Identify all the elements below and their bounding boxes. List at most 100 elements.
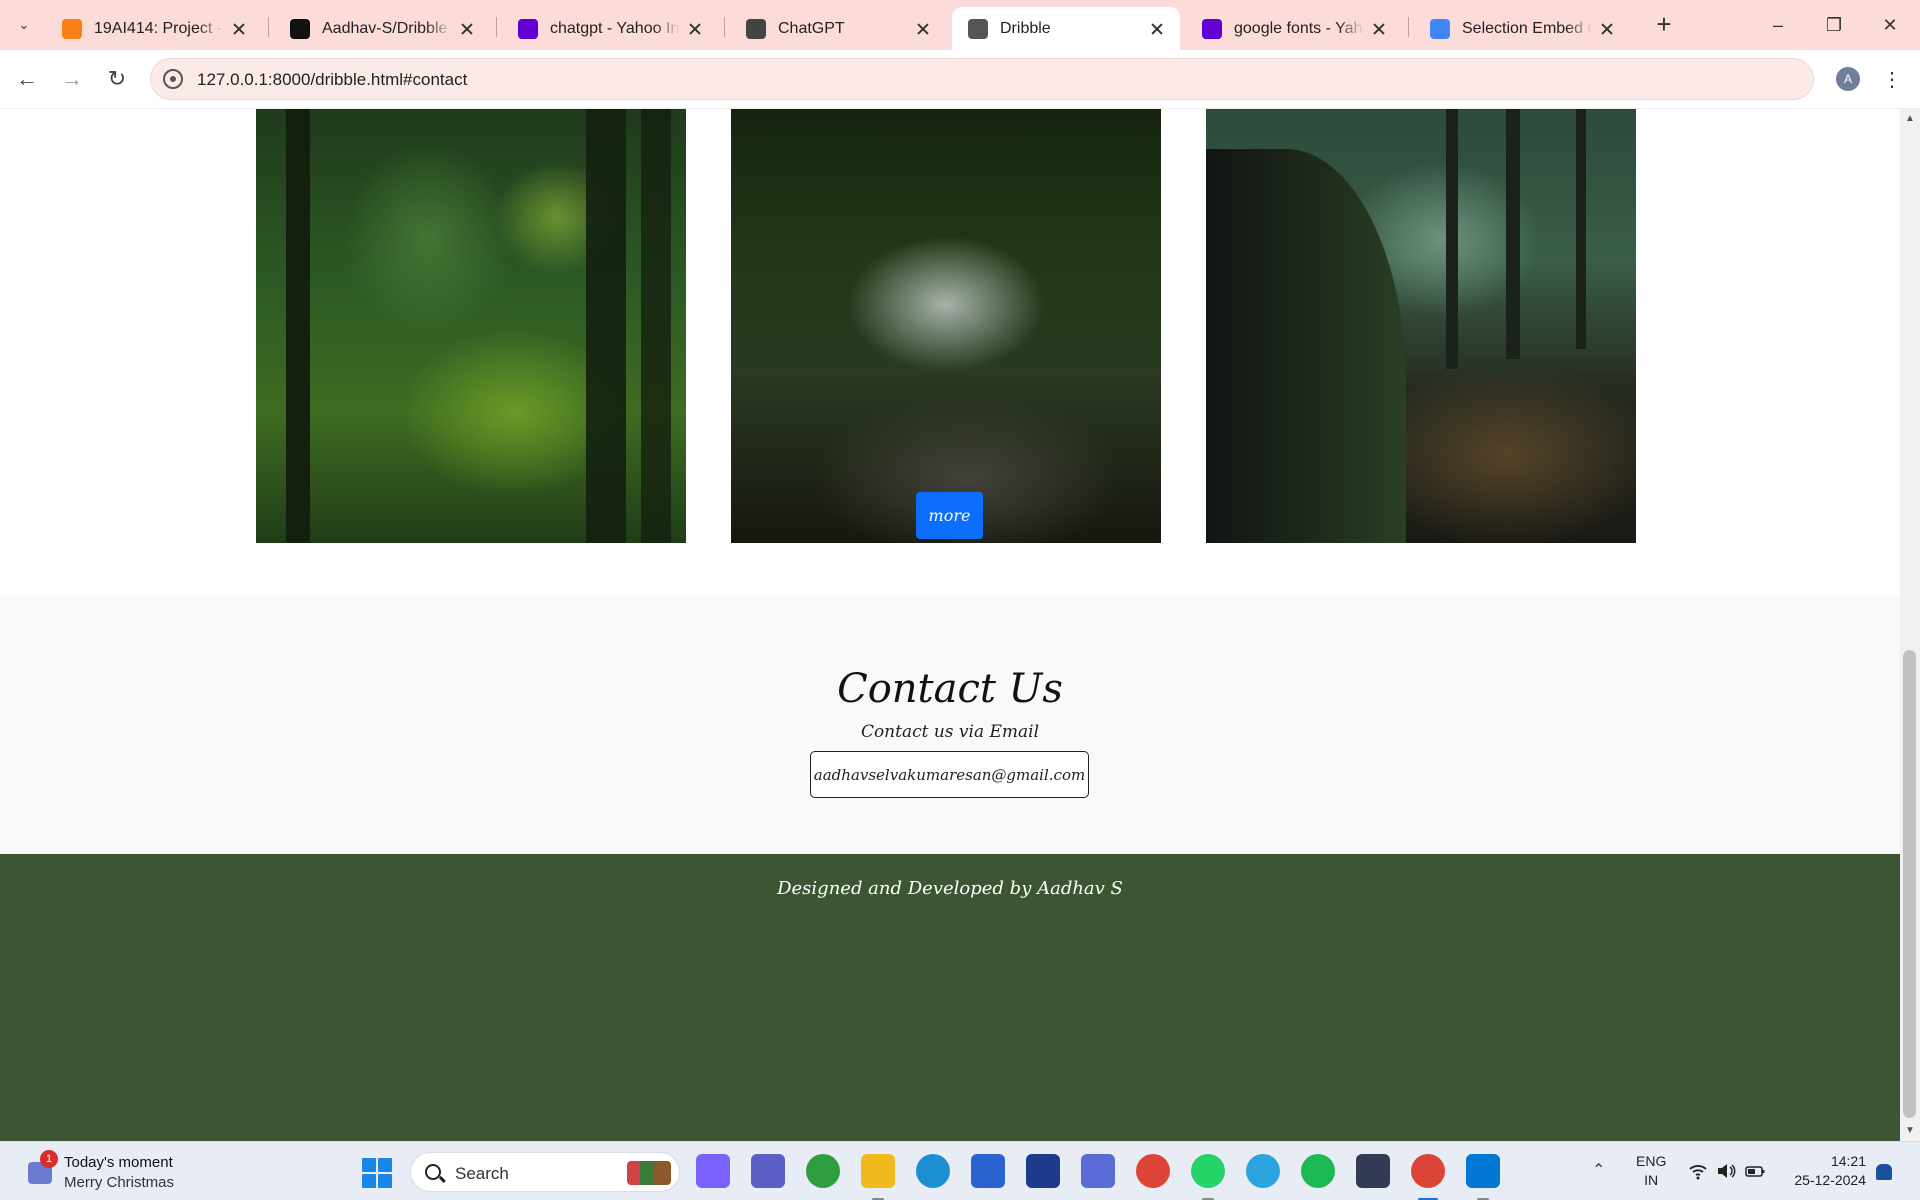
tab-search-button[interactable]: ⌄ [10,12,38,38]
refresh-app-icon[interactable] [806,1154,840,1188]
tab-close-icon[interactable] [1370,20,1388,38]
language-code: ENG [1636,1153,1667,1169]
a-app-icon[interactable] [1081,1154,1115,1188]
show-hidden-icons-button[interactable]: ⌃ [1592,1160,1605,1180]
edge-icon[interactable] [916,1154,950,1188]
restore-icon: ❐ [1825,14,1843,35]
volume-icon[interactable] [1716,1162,1736,1180]
store-icon[interactable] [971,1154,1005,1188]
chevron-down-icon: ⌄ [18,17,30,32]
yahoo-icon [1202,18,1222,39]
search-icon [425,1164,441,1180]
tab-title: Selection Embed Code [1462,19,1592,37]
tab-title: 19AI414: Project - Re [94,19,224,37]
windows-taskbar: 1 Today's moment Merry Christmas Search … [0,1141,1920,1200]
battery-icon[interactable] [1745,1162,1765,1180]
copilot-icon[interactable] [696,1154,730,1188]
footer-credit: Designed and Developed by Aadhav S [777,878,1123,899]
globe-icon [968,18,988,39]
address-bar[interactable]: 127.0.0.1:8000/dribble.html#contact [150,58,1814,100]
new-tab-button[interactable]: + [1650,9,1678,39]
tab-separator [1408,17,1409,37]
arrow-left-icon: ← [16,66,38,91]
profile-initial: A [1843,72,1852,86]
teams-icon[interactable] [751,1154,785,1188]
search-highlight-image [627,1161,671,1185]
minimize-icon: – [1772,14,1783,35]
tab-close-icon[interactable] [1598,20,1616,38]
vscode-icon[interactable] [1466,1154,1500,1188]
start-button[interactable] [362,1158,392,1188]
contact-section: Contact Us Contact us via Email aadhavse… [0,596,1900,854]
region-code: IN [1644,1172,1659,1188]
tab-separator [496,17,497,37]
tab-close-icon[interactable] [914,20,932,38]
reload-icon: ↻ [107,66,127,91]
close-window-button[interactable]: ✕ [1862,4,1918,46]
tab-close-icon[interactable] [686,20,704,38]
chrome-icon[interactable] [1136,1154,1170,1188]
scroll-down-arrow-icon[interactable]: ▼ [1904,1125,1916,1137]
scroll-up-arrow-icon[interactable]: ▲ [1904,113,1916,125]
google-fonts-icon [1430,18,1450,39]
input-language-button[interactable]: ENG IN [1636,1152,1666,1190]
tab-title: Aadhav-S/Dribble [322,19,448,37]
browser-tab[interactable]: ChatGPT [730,7,946,50]
whatsapp-icon[interactable] [1191,1154,1225,1188]
clock-date: 25-12-2024 [1794,1172,1866,1188]
taskbar-search[interactable]: Search [410,1152,680,1192]
site-info-icon[interactable] [163,69,183,89]
chatgpt-icon [746,18,766,39]
browser-menu-button[interactable]: ⋮ [1882,64,1902,94]
forward-button[interactable]: → [56,63,88,95]
spotify-icon[interactable] [1301,1154,1335,1188]
browser-tab[interactable]: Dribble [952,7,1180,50]
forest-moss-photo [256,109,686,543]
tab-separator [724,17,725,37]
back-button[interactable]: ← [11,63,43,95]
tab-title: ChatGPT [778,19,845,37]
browser-tab[interactable]: chatgpt - Yahoo India [502,7,718,50]
browser-tab[interactable]: google fonts - Yahoo [1186,7,1402,50]
scrollbar-thumb[interactable] [1903,650,1916,1118]
tab-close-icon[interactable] [1148,20,1166,38]
notification-bell-icon[interactable] [1876,1164,1892,1180]
browser-tab-strip: ⌄ 19AI414: Project - Re Aadhav-S/Dribble c… [0,0,1920,50]
l-app-icon[interactable] [1026,1154,1060,1188]
tab-close-icon[interactable] [230,20,248,38]
restore-button[interactable]: ❐ [1806,4,1862,46]
page-scrollbar[interactable]: ▲ ▼ [1900,109,1920,1141]
widget-title: Today's moment [64,1154,173,1171]
tab-title: Dribble [1000,19,1051,37]
email-link[interactable]: aadhavselvakumaresan@gmail.com [810,751,1089,798]
url-text: 127.0.0.1:8000/dribble.html#contact [197,70,468,89]
moodle-icon [62,18,82,39]
contact-subtitle: Contact us via Email [860,722,1040,742]
profile-avatar[interactable]: A [1836,67,1860,91]
reload-button[interactable]: ↻ [101,63,133,95]
more-button[interactable]: more [916,492,983,539]
arrow-right-icon: → [61,66,83,91]
browser-tab[interactable]: Selection Embed Code [1414,7,1630,50]
github-icon [290,18,310,39]
file-explorer-icon[interactable] [861,1154,895,1188]
tab-close-icon[interactable] [458,20,476,38]
browser-tab[interactable]: Aadhav-S/Dribble [274,7,490,50]
widgets-button[interactable]: 1 Today's moment Merry Christmas [24,1150,224,1194]
chevron-up-icon: ⌃ [1592,1162,1606,1179]
minimize-button[interactable]: – [1750,4,1806,46]
browser-tab[interactable]: 19AI414: Project - Re [46,7,262,50]
clock-time: 14:21 [1830,1153,1866,1169]
phone-link-icon[interactable] [1356,1154,1390,1188]
browser-toolbar: ← → ↻ 127.0.0.1:8000/dribble.html#contac… [0,50,1920,109]
telegram-icon[interactable] [1246,1154,1280,1188]
clock-button[interactable]: 14:21 25-12-2024 [1786,1152,1866,1190]
chrome-profile-icon[interactable] [1411,1154,1445,1188]
page-footer: Designed and Developed by Aadhav S [0,854,1900,1141]
contact-title: Contact Us [837,666,1063,712]
close-icon: ✕ [1882,14,1898,35]
tab-separator [268,17,269,37]
windows-logo-icon [362,1158,376,1172]
wifi-icon[interactable] [1688,1162,1708,1180]
tab-title: chatgpt - Yahoo India [550,19,680,37]
